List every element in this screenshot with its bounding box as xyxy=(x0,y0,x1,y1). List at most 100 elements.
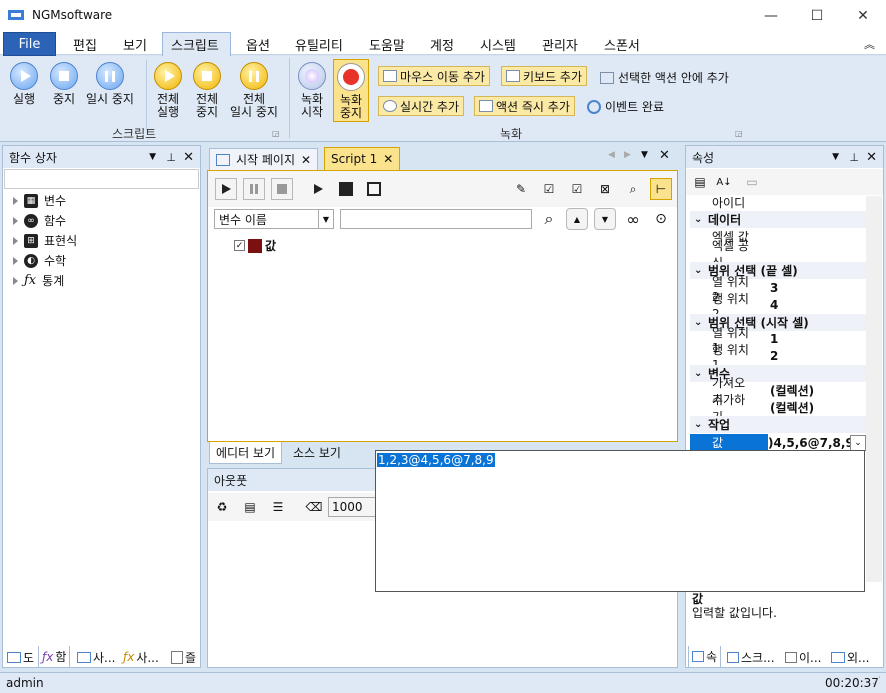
check-outline-icon[interactable]: ☑ xyxy=(566,178,588,200)
tab-editor-view[interactable]: 에디터 보기 xyxy=(209,442,283,464)
run-from-icon[interactable] xyxy=(335,178,357,200)
tab-scroll-right-icon[interactable]: ▶ xyxy=(624,150,631,160)
close-tab-icon[interactable]: ✕ xyxy=(301,153,311,167)
delay-input[interactable]: 1000 xyxy=(328,497,378,517)
add-keyboard-button[interactable]: 키보드 추가 xyxy=(501,66,588,86)
tree-view-icon[interactable]: ⊢ xyxy=(650,178,672,200)
menu-account[interactable]: 계정 xyxy=(430,35,454,54)
right-tab-image[interactable]: 이... xyxy=(782,646,824,668)
left-tab-4[interactable]: ƒx 사... xyxy=(120,646,162,668)
file-menu-button[interactable]: File xyxy=(3,32,56,56)
pause-all-button[interactable]: 전체 일시 중지 xyxy=(230,62,278,119)
left-tab-3[interactable]: 사... xyxy=(74,646,118,668)
collapse-ribbon-icon[interactable]: ︽ xyxy=(864,36,875,52)
close-tab-icon[interactable]: ✕ xyxy=(383,152,393,166)
collapse-icon[interactable]: ⌄ xyxy=(690,419,708,430)
step-icon[interactable] xyxy=(307,178,329,200)
run-button[interactable]: 실행 xyxy=(10,62,38,106)
close-panel-icon[interactable]: ✕ xyxy=(183,150,194,165)
dropdown-icon[interactable]: ▼ xyxy=(832,152,839,162)
property-category[interactable]: ⌄ 데이터 xyxy=(690,211,866,229)
sort-az-icon[interactable]: A↓ xyxy=(713,171,735,193)
eraser-icon[interactable]: ⌫ xyxy=(303,496,325,518)
dialog-launcher-icon[interactable]: ◲ xyxy=(272,129,280,138)
categorized-icon[interactable]: ▤ xyxy=(689,171,711,193)
property-category[interactable]: ⌄ 작업 xyxy=(690,416,866,434)
close-button[interactable]: ✕ xyxy=(840,0,886,31)
pin-icon[interactable]: ⊥ xyxy=(849,151,859,164)
variable-name-select[interactable]: 변수 이름 ▼ xyxy=(214,209,334,229)
move-up-icon[interactable]: ▲ xyxy=(566,208,588,230)
record-stop-button[interactable]: 녹화 중지 xyxy=(333,59,369,122)
function-search-input[interactable] xyxy=(4,169,199,189)
tab-scroll-left-icon[interactable]: ◀ xyxy=(608,150,615,160)
right-tab-external[interactable]: 외... xyxy=(828,646,872,668)
menu-system[interactable]: 시스템 xyxy=(480,35,516,54)
left-tab-1[interactable]: 도 xyxy=(4,646,37,668)
close-panel-icon[interactable]: ✕ xyxy=(866,150,877,165)
maximize-button[interactable]: ☐ xyxy=(794,0,840,31)
record-start-button[interactable]: 녹화 시작 xyxy=(298,62,326,119)
close-document-icon[interactable]: ✕ xyxy=(659,148,670,163)
left-tab-5[interactable]: 즐 xyxy=(168,646,199,668)
tree-item-variable[interactable]: ▦ 변수 xyxy=(13,192,66,209)
menu-admin[interactable]: 관리자 xyxy=(542,35,578,54)
chevron-down-icon[interactable]: ▼ xyxy=(317,210,333,228)
loop-icon[interactable]: ∞ xyxy=(622,208,644,230)
add-realtime-button[interactable]: 실시간 추가 xyxy=(378,96,465,116)
minimize-button[interactable]: — xyxy=(748,0,794,31)
property-row[interactable]: 행 위치 24 xyxy=(690,292,866,321)
tree-item-statistics[interactable]: ƒx 통계 xyxy=(13,272,64,289)
edit-icon[interactable]: ✎ xyxy=(510,178,532,200)
event-done-button[interactable]: 이벤트 완료 xyxy=(587,98,664,115)
property-row[interactable]: 엑셀 공식 xyxy=(690,239,866,270)
dropdown-text[interactable]: 1,2,3@4,5,6@7,8,9 xyxy=(377,453,495,467)
move-down-icon[interactable]: ▼ xyxy=(594,208,616,230)
tab-list-icon[interactable]: ▼ xyxy=(641,150,648,160)
cleanup-icon[interactable]: ♻ xyxy=(211,496,233,518)
record-dialog-launcher-icon[interactable]: ◲ xyxy=(735,129,743,138)
stop-button[interactable]: 중지 xyxy=(50,62,78,106)
tab-start-page[interactable]: 시작 페이지 ✕ xyxy=(209,148,319,170)
search-icon[interactable]: ⌕ xyxy=(538,208,560,230)
tab-script-1[interactable]: Script 1 ✕ xyxy=(324,147,401,170)
property-row-value[interactable]: 값 )4,5,6@7,8,9 ⌄ xyxy=(690,434,866,451)
chevron-down-icon[interactable]: ⌄ xyxy=(850,434,866,451)
menu-help[interactable]: 도움말 xyxy=(369,35,405,54)
right-tab-script[interactable]: 스크... xyxy=(724,646,778,668)
add-action-now-button[interactable]: 액션 즉시 추가 xyxy=(474,96,575,116)
variable-search-input[interactable] xyxy=(340,209,532,229)
property-row[interactable]: 행 위치 12 xyxy=(690,343,866,372)
properties-scrollbar[interactable] xyxy=(866,196,882,582)
property-row[interactable]: 추가하기(컬렉션) xyxy=(690,393,866,424)
tab-source-view[interactable]: 소스 보기 xyxy=(287,442,347,463)
property-pages-icon[interactable]: ▭ xyxy=(741,171,763,193)
menu-view[interactable]: 보기 xyxy=(123,35,147,54)
file-settings-icon[interactable]: ▤ xyxy=(239,496,261,518)
run-all-button[interactable]: 전체 실행 xyxy=(154,62,182,119)
delete-icon[interactable]: ⊠ xyxy=(594,178,616,200)
menu-edit[interactable]: 편집 xyxy=(73,35,97,54)
list-icon[interactable]: ☰ xyxy=(267,496,289,518)
editor-stop-icon[interactable] xyxy=(271,178,293,200)
right-tab-properties[interactable]: 속 xyxy=(688,646,722,668)
value-dropdown-popup[interactable]: 1,2,3@4,5,6@7,8,9 xyxy=(375,450,865,592)
pin-icon[interactable]: ⊥ xyxy=(166,151,176,164)
editor-pause-icon[interactable] xyxy=(243,178,265,200)
tree-item-function[interactable]: ∞ 함수 xyxy=(13,212,66,229)
tree-item-math[interactable]: ◐ 수학 xyxy=(13,252,66,269)
run-selected-icon[interactable] xyxy=(363,178,385,200)
menu-options[interactable]: 옵션 xyxy=(246,35,270,54)
menu-sponsor[interactable]: 스폰서 xyxy=(604,35,640,54)
check-icon[interactable]: ☑ xyxy=(538,178,560,200)
stop-all-button[interactable]: 전체 중지 xyxy=(193,62,221,119)
editor-play-icon[interactable] xyxy=(215,178,237,200)
checkbox[interactable]: ✓ xyxy=(234,240,245,251)
collapse-icon[interactable]: ⌄ xyxy=(690,214,708,225)
resize-grip-icon[interactable]: ⋰ xyxy=(872,676,881,686)
more-icon[interactable]: ⊙ xyxy=(650,208,672,230)
dropdown-icon[interactable]: ▼ xyxy=(149,152,156,162)
tree-item-expression[interactable]: ⊞ 표현식 xyxy=(13,232,77,249)
add-mouse-move-button[interactable]: 마우스 이동 추가 xyxy=(378,66,490,86)
property-row[interactable]: 아이디 xyxy=(690,194,866,211)
